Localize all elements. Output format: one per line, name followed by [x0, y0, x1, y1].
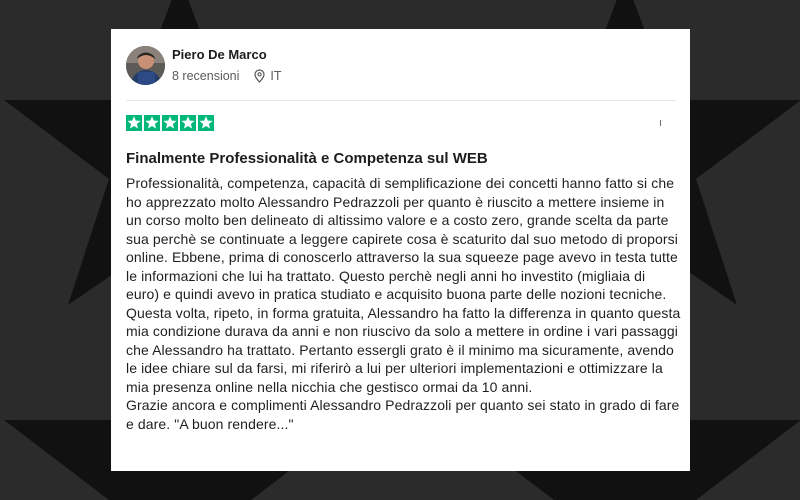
review-card: Piero De Marco 8 recensioni IT ı Finalme…	[111, 29, 690, 471]
country-code: IT	[270, 69, 282, 83]
person-avatar-icon	[126, 45, 165, 85]
reviewer-meta: 8 recensioni IT	[172, 69, 282, 83]
reviewer-header: Piero De Marco 8 recensioni IT	[126, 41, 676, 89]
review-title[interactable]: Finalmente Professionalità e Competenza …	[126, 149, 676, 169]
rating-star-3	[162, 115, 178, 131]
star-icon	[127, 116, 141, 129]
reviewer-location: IT	[254, 69, 282, 83]
review-body: Professionalità, competenza, capacità di…	[126, 174, 681, 433]
review-paragraph-1: Professionalità, competenza, capacità di…	[126, 175, 681, 395]
map-pin-icon	[254, 69, 266, 83]
review-paragraph-2: Grazie ancora e complimenti Alessandro P…	[126, 397, 680, 432]
header-divider	[126, 100, 676, 101]
star-icon	[163, 116, 177, 129]
star-icon	[199, 116, 213, 129]
five-star-rating	[126, 115, 676, 131]
reviewer-avatar[interactable]	[126, 45, 165, 85]
reviewer-info: Piero De Marco 8 recensioni IT	[172, 47, 282, 83]
rating-side-marker: ı	[658, 117, 662, 129]
reviewer-name[interactable]: Piero De Marco	[172, 47, 282, 63]
rating-row: ı	[126, 115, 676, 133]
rating-star-1	[126, 115, 142, 131]
star-icon	[181, 116, 195, 129]
rating-star-4	[180, 115, 196, 131]
star-icon	[145, 116, 159, 129]
reviews-count: 8 recensioni	[172, 69, 240, 83]
review-screenshot: Piero De Marco 8 recensioni IT ı Finalme…	[0, 0, 800, 500]
rating-star-2	[144, 115, 160, 131]
rating-star-5	[198, 115, 214, 131]
